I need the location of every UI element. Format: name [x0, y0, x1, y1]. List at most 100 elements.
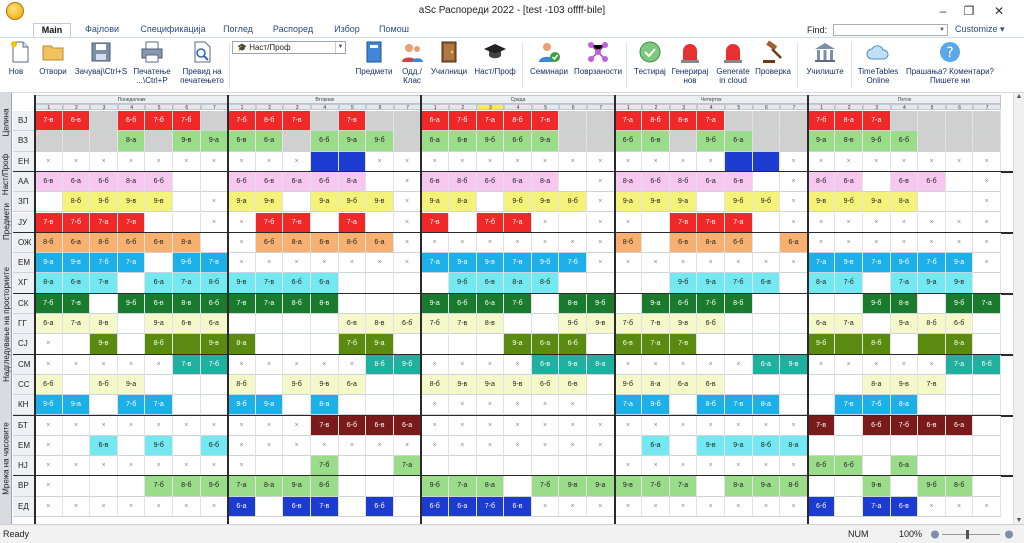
lesson-card[interactable]: 7-в: [918, 374, 946, 396]
blocked-slot[interactable]: ×: [255, 435, 284, 457]
blocked-slot[interactable]: ×: [697, 496, 725, 517]
classes-button[interactable]: Одд./Клас: [398, 40, 426, 92]
lesson-card[interactable]: 7-в: [283, 212, 311, 233]
lesson-card[interactable]: 6-в: [145, 232, 173, 254]
lesson-card[interactable]: 6-в: [476, 273, 505, 294]
zoom-slider[interactable]: [930, 529, 1015, 540]
lesson-card[interactable]: 6-б: [476, 171, 505, 193]
blocked-slot[interactable]: ×: [725, 415, 753, 436]
school-button[interactable]: Училиште: [802, 40, 848, 92]
zoom-thumb[interactable]: [966, 530, 969, 539]
blocked-slot[interactable]: ×: [642, 151, 670, 172]
empty-slot[interactable]: [918, 456, 946, 477]
subjects-button[interactable]: Предмети: [354, 40, 394, 92]
teacher-row-label[interactable]: АА: [13, 171, 35, 193]
blocked-slot[interactable]: ×: [918, 354, 946, 375]
lesson-card[interactable]: 6-а: [255, 131, 284, 152]
blocked-slot[interactable]: ×: [614, 496, 643, 517]
empty-slot[interactable]: [973, 111, 1001, 132]
empty-slot[interactable]: [587, 273, 615, 294]
teacher-row-label[interactable]: СС: [13, 374, 35, 396]
lesson-card[interactable]: 7-а: [669, 476, 698, 497]
empty-slot[interactable]: [807, 435, 836, 457]
blocked-slot[interactable]: ×: [587, 171, 615, 193]
blocked-slot[interactable]: ×: [642, 415, 670, 436]
lesson-card[interactable]: 9-б: [476, 131, 505, 152]
lesson-card[interactable]: 7-а: [863, 496, 891, 517]
blocked-slot[interactable]: ×: [504, 232, 532, 254]
lesson-card[interactable]: 9-а: [421, 293, 449, 314]
blocked-slot[interactable]: ×: [863, 151, 891, 172]
lesson-card[interactable]: 7-в: [35, 212, 63, 233]
blocked-slot[interactable]: ×: [697, 151, 725, 172]
empty-slot[interactable]: [531, 314, 560, 335]
blocked-slot[interactable]: ×: [476, 415, 505, 436]
empty-slot[interactable]: [200, 395, 229, 416]
lesson-card[interactable]: 6-в: [311, 232, 339, 254]
blocked-slot[interactable]: ×: [366, 435, 394, 457]
empty-slot[interactable]: [945, 374, 974, 396]
empty-slot[interactable]: [393, 395, 422, 416]
lesson-card[interactable]: 7-б: [504, 293, 532, 314]
empty-slot[interactable]: [62, 131, 91, 152]
lesson-card[interactable]: 9-б: [283, 374, 311, 396]
empty-slot[interactable]: [780, 131, 808, 152]
blocked-slot[interactable]: ×: [393, 151, 422, 172]
side-tab-room-supervision[interactable]: Надгледување на просториите: [0, 245, 12, 403]
empty-slot[interactable]: [62, 435, 91, 457]
lesson-card[interactable]: 8-б: [559, 192, 587, 213]
blocked-slot[interactable]: ×: [669, 496, 698, 517]
period-header[interactable]: 5: [338, 104, 367, 111]
lesson-card[interactable]: 7-в: [228, 293, 256, 314]
lesson-card[interactable]: 9-в: [145, 192, 173, 213]
lesson-card[interactable]: 6-б: [338, 415, 367, 436]
blocked-slot[interactable]: ×: [255, 354, 284, 375]
lesson-card[interactable]: 9-б: [366, 131, 394, 152]
lesson-card[interactable]: 8-а: [504, 273, 532, 294]
teacher-row-label[interactable]: ХГ: [13, 273, 35, 294]
lesson-card[interactable]: 8-б: [531, 273, 560, 294]
lesson-card[interactable]: 8-б: [614, 232, 643, 254]
lesson-card[interactable]: 7-а: [62, 314, 91, 335]
blocked-slot[interactable]: ×: [973, 212, 1001, 233]
lesson-card[interactable]: 7-в: [117, 212, 146, 233]
blocked-slot[interactable]: ×: [642, 496, 670, 517]
empty-slot[interactable]: [311, 314, 339, 335]
lesson-card[interactable]: 7-а: [228, 476, 256, 497]
blocked-slot[interactable]: ×: [504, 151, 532, 172]
lesson-card[interactable]: 8-а: [890, 395, 919, 416]
blocked-slot[interactable]: ×: [697, 415, 725, 436]
lesson-card[interactable]: 6-а: [504, 171, 532, 193]
lesson-card[interactable]: 6-б: [807, 496, 836, 517]
empty-slot[interactable]: [945, 456, 974, 477]
lesson-card[interactable]: 8-б: [311, 476, 339, 497]
blocked-slot[interactable]: ×: [559, 232, 587, 254]
empty-slot[interactable]: [200, 374, 229, 396]
blocked-slot[interactable]: ×: [90, 415, 118, 436]
blocked-slot[interactable]: ×: [780, 415, 808, 436]
empty-slot[interactable]: [587, 111, 615, 132]
empty-slot[interactable]: [945, 131, 974, 152]
empty-slot[interactable]: [449, 456, 477, 477]
blocked-slot[interactable]: ×: [945, 212, 974, 233]
lesson-card[interactable]: 6-б: [117, 111, 146, 132]
lesson-card[interactable]: 9-б: [421, 476, 449, 497]
empty-slot[interactable]: [504, 456, 532, 477]
empty-slot[interactable]: [752, 212, 781, 233]
lesson-card[interactable]: 7-в: [642, 314, 670, 335]
lesson-card[interactable]: 6-а: [642, 435, 670, 457]
blocked-slot[interactable]: ×: [642, 354, 670, 375]
lesson-card[interactable]: 6-б: [311, 131, 339, 152]
lesson-card[interactable]: 8-а: [283, 232, 311, 254]
lesson-card[interactable]: 7-б: [62, 212, 91, 233]
lesson-card[interactable]: 8-в: [559, 293, 587, 314]
test-button[interactable]: Тестирај: [632, 40, 668, 92]
lesson-card[interactable]: 8-б: [283, 293, 311, 314]
lesson-card[interactable]: 9-б: [863, 131, 891, 152]
lesson-card[interactable]: 6-б: [90, 374, 118, 396]
lesson-card[interactable]: 9-б: [117, 293, 146, 314]
empty-slot[interactable]: [973, 476, 1001, 497]
lesson-card[interactable]: 7-б: [476, 212, 505, 233]
empty-slot[interactable]: [890, 435, 919, 457]
lesson-card[interactable]: 7-б: [697, 293, 725, 314]
